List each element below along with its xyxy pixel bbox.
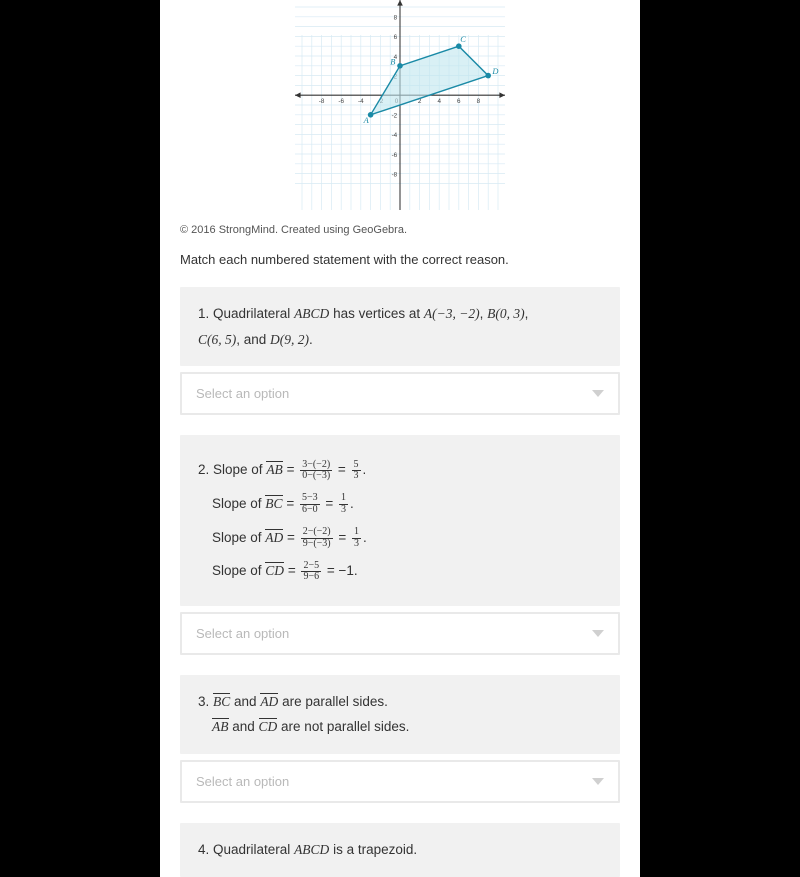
- copyright-text: © 2016 StrongMind. Created using GeoGebr…: [180, 224, 620, 236]
- select-placeholder: Select an option: [196, 774, 289, 789]
- graph-figure: -8-6-4-202468 8642 -2-4-6-8 A B C: [180, 0, 620, 210]
- statement-block-4: 4. Quadrilateral ABCD is a trapezoid.: [180, 823, 620, 877]
- svg-text:-4: -4: [392, 132, 398, 139]
- svg-text:-8: -8: [319, 98, 325, 105]
- page: -8-6-4-202468 8642 -2-4-6-8 A B C: [160, 0, 640, 877]
- svg-text:8: 8: [477, 98, 481, 105]
- svg-text:4: 4: [437, 98, 441, 105]
- svg-text:B: B: [390, 57, 395, 66]
- statement-block-1: 1. Quadrilateral ABCD has vertices at A(…: [180, 287, 620, 415]
- chevron-down-icon: [592, 390, 604, 397]
- svg-text:-4: -4: [358, 98, 364, 105]
- chevron-down-icon: [592, 630, 604, 637]
- svg-text:D: D: [491, 67, 498, 76]
- chevron-down-icon: [592, 778, 604, 785]
- select-placeholder: Select an option: [196, 386, 289, 401]
- statement-block-3: 3. BC and AD are parallel sides. AB and …: [180, 675, 620, 803]
- instruction-text: Match each numbered statement with the c…: [180, 252, 620, 267]
- select-reason-3[interactable]: Select an option: [180, 760, 620, 803]
- statement-2: 2. Slope of AB = 3−(−2)0−(−3) = 53. Slop…: [180, 435, 620, 606]
- svg-text:C: C: [460, 35, 466, 44]
- select-reason-1[interactable]: Select an option: [180, 372, 620, 415]
- statement-4: 4. Quadrilateral ABCD is a trapezoid.: [180, 823, 620, 877]
- statement-1: 1. Quadrilateral ABCD has vertices at A(…: [180, 287, 620, 366]
- coordinate-plane: -8-6-4-202468 8642 -2-4-6-8 A B C: [250, 0, 550, 210]
- statement-block-2: 2. Slope of AB = 3−(−2)0−(−3) = 53. Slop…: [180, 435, 620, 655]
- statement-3: 3. BC and AD are parallel sides. AB and …: [180, 675, 620, 754]
- svg-text:-2: -2: [392, 113, 398, 120]
- svg-text:-6: -6: [392, 152, 398, 159]
- select-reason-2[interactable]: Select an option: [180, 612, 620, 655]
- svg-text:A: A: [363, 116, 370, 125]
- svg-text:6: 6: [394, 34, 398, 41]
- svg-text:8: 8: [394, 15, 398, 22]
- svg-text:6: 6: [457, 98, 461, 105]
- svg-text:-6: -6: [338, 98, 344, 105]
- svg-text:-8: -8: [392, 171, 398, 178]
- select-placeholder: Select an option: [196, 626, 289, 641]
